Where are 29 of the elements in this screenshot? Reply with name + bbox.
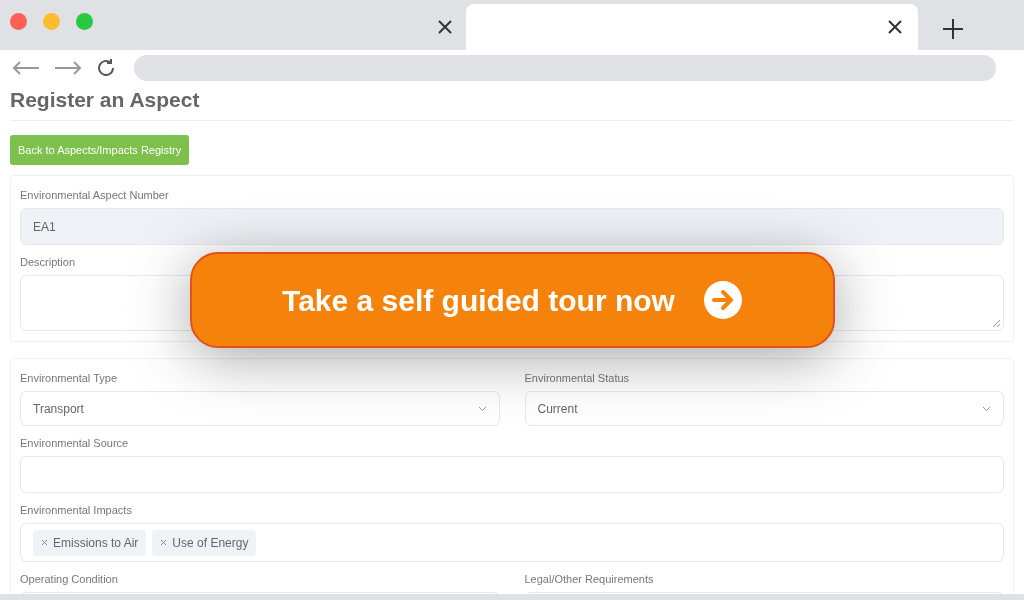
forward-icon[interactable] xyxy=(54,61,82,75)
tag-chip[interactable]: Emissions to Air xyxy=(33,529,147,556)
close-window-icon[interactable] xyxy=(10,13,27,30)
close-tab-icon[interactable] xyxy=(888,20,902,34)
close-tab-icon[interactable] xyxy=(438,20,452,34)
back-icon[interactable] xyxy=(12,61,40,75)
field-label: Legal/Other Requirements xyxy=(524,572,655,586)
field-label: Environmental Impacts xyxy=(20,503,133,517)
dropdown[interactable]: Transport xyxy=(20,391,500,426)
field-label: Environmental Status xyxy=(524,371,631,385)
arrow-circle-icon xyxy=(702,280,743,320)
chevron-down-icon xyxy=(982,405,991,412)
field-label: Environmental Type xyxy=(20,371,119,385)
page-title: Register an Aspect xyxy=(10,87,201,112)
field-label: Environmental Source xyxy=(20,436,130,450)
reload-icon[interactable] xyxy=(96,58,116,78)
dropdown[interactable]: Current xyxy=(524,391,1004,426)
maximize-window-icon[interactable] xyxy=(76,13,93,30)
field-label: Environmental Aspect Number xyxy=(20,188,170,202)
resize-grip-icon[interactable] xyxy=(993,320,1000,327)
tag-field[interactable]: Emissions to Air Use of Energy xyxy=(20,523,1004,562)
chevron-down-icon xyxy=(477,405,487,412)
new-tab-icon[interactable] xyxy=(942,18,964,40)
field-label: Description xyxy=(20,255,77,269)
remove-icon[interactable] xyxy=(160,539,168,546)
remove-icon[interactable] xyxy=(41,539,48,546)
tag-chip[interactable]: Use of Energy xyxy=(152,529,257,556)
text-field[interactable] xyxy=(20,456,1004,493)
field-label: Operating Condition xyxy=(20,572,119,586)
